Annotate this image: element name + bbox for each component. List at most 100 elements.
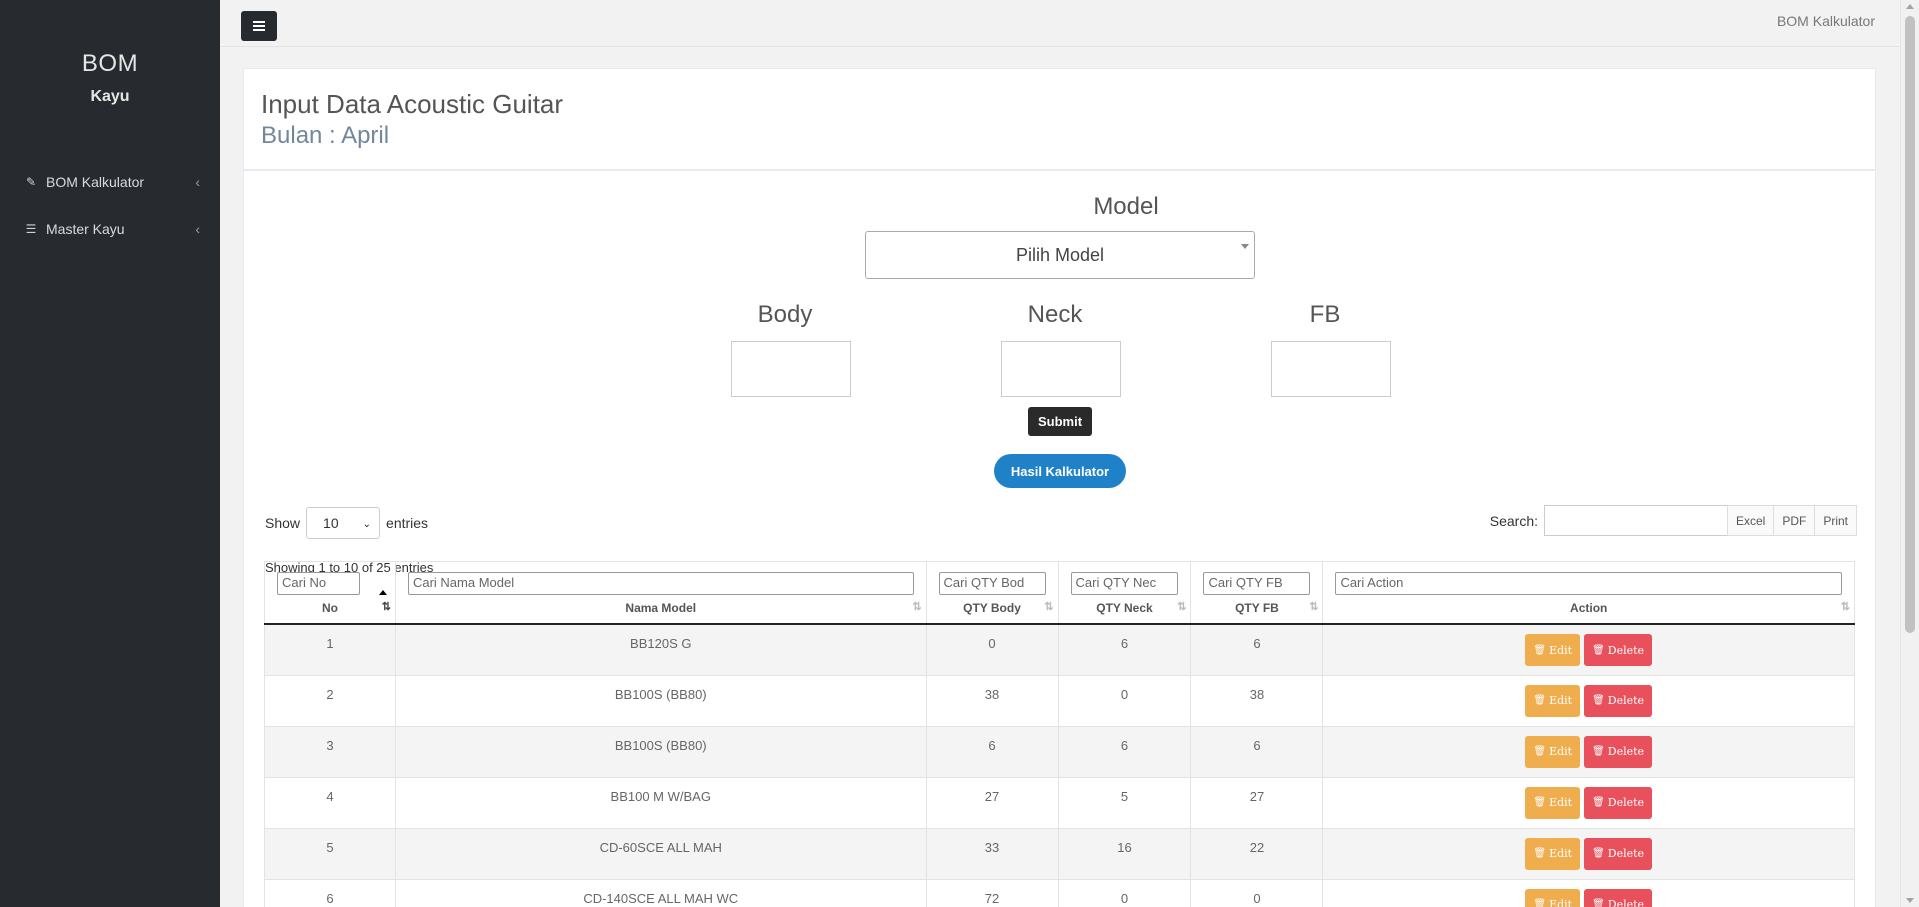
cell-action: 🗑 Edit 🗑 Delete xyxy=(1322,878,1855,907)
edit-button[interactable]: 🗑 Edit xyxy=(1525,888,1581,907)
filter-no-input[interactable]: Cari No xyxy=(277,572,360,595)
edit-label: Edit xyxy=(1549,694,1573,707)
delete-button[interactable]: 🗑 Delete xyxy=(1584,837,1653,870)
chevron-left-icon: ‹ xyxy=(195,220,200,237)
edit-button[interactable]: 🗑 Edit xyxy=(1525,786,1581,819)
filter-qty-neck-input[interactable]: Cari QTY Nec xyxy=(1070,572,1179,595)
delete-button[interactable]: 🗑 Delete xyxy=(1584,634,1653,666)
col-qty-fb[interactable]: Cari QTY FB QTY FB ⇅ xyxy=(1190,561,1324,625)
sort-icon: ⇅ xyxy=(1840,601,1850,613)
col-action[interactable]: Cari Action Action ⇅ xyxy=(1322,561,1855,625)
trash-icon: 🗑 xyxy=(1592,797,1605,808)
sort-asc-icon xyxy=(378,590,387,595)
table-row: 1 BB120S G 0 6 6 🗑 Edit 🗑 Delete xyxy=(264,623,1855,676)
filter-qty-fb-input[interactable]: Cari QTY FB xyxy=(1203,572,1311,595)
filter-qty-body-input[interactable]: Cari QTY Bod xyxy=(938,572,1046,595)
col-no[interactable]: Cari No No ⇅ xyxy=(264,561,396,625)
delete-label: Delete xyxy=(1607,694,1645,707)
edit-button[interactable]: 🗑 Edit xyxy=(1525,837,1581,870)
trash-icon: 🗑 xyxy=(1592,899,1605,907)
trash-icon: 🗑 xyxy=(1533,695,1547,706)
table-header-row: Cari No No ⇅ Cari Nama Model Nama Model … xyxy=(264,561,1855,625)
model-select-value: Pilih Model xyxy=(1015,244,1105,265)
cell-qty-fb: 38 xyxy=(1190,674,1324,727)
search-input[interactable] xyxy=(1544,505,1742,536)
delete-button[interactable]: 🗑 Delete xyxy=(1584,888,1653,907)
pdf-button[interactable]: PDF xyxy=(1774,505,1816,536)
delete-label: Delete xyxy=(1607,643,1645,657)
cell-model: BB120S G xyxy=(394,623,927,676)
length-value: 10 xyxy=(323,515,339,531)
brand: BOM Kayu xyxy=(0,0,220,106)
cell-no: 2 xyxy=(264,674,396,727)
model-table: Cari No No ⇅ Cari Nama Model Nama Model … xyxy=(264,561,1855,907)
page-title: Input Data Acoustic Guitar xyxy=(261,89,564,119)
list-icon: ☰ xyxy=(25,221,37,236)
cell-qty-fb: 27 xyxy=(1190,776,1324,829)
cell-qty-fb: 6 xyxy=(1190,725,1324,778)
sidebar-item-master-kayu[interactable]: ☰ Master Kayu ‹ xyxy=(0,205,220,252)
trash-icon: 🗑 xyxy=(1592,848,1605,859)
scroll-up-icon[interactable] xyxy=(1906,4,1914,9)
print-button[interactable]: Print xyxy=(1815,505,1857,536)
brand-subtitle: Kayu xyxy=(90,88,130,105)
cell-action: 🗑 Edit 🗑 Delete xyxy=(1322,776,1855,829)
col-label: No xyxy=(321,601,338,615)
cell-no: 3 xyxy=(264,725,396,778)
page-scrollbar[interactable] xyxy=(1900,0,1919,907)
trash-icon: 🗑 xyxy=(1533,746,1547,757)
model-label: Model xyxy=(1093,193,1159,220)
input-form: Model Pilih Model Body Neck FB Submit Ha… xyxy=(244,171,1875,501)
col-qty-body[interactable]: Cari QTY Bod QTY Body ⇅ xyxy=(925,561,1059,625)
submit-button[interactable]: Submit xyxy=(1028,407,1092,436)
excel-button[interactable]: Excel xyxy=(1726,505,1775,536)
sort-icon: ⇅ xyxy=(1177,601,1186,613)
chevron-left-icon: ‹ xyxy=(195,173,200,190)
neck-input[interactable] xyxy=(1001,341,1121,397)
trash-icon: 🗑 xyxy=(1533,848,1547,859)
cell-qty-body: 33 xyxy=(925,827,1059,880)
delete-label: Delete xyxy=(1607,796,1645,809)
edit-button[interactable]: 🗑 Edit xyxy=(1525,634,1581,666)
cell-no: 1 xyxy=(264,623,396,676)
cell-model: BB100 M W/BAG xyxy=(394,776,927,829)
cell-qty-body: 27 xyxy=(925,776,1059,829)
sidebar-item-bom-kalkulator[interactable]: ✎ BOM Kalkulator ‹ xyxy=(0,158,220,205)
table-row: 4 BB100 M W/BAG 27 5 27 🗑 Edit 🗑 Delete xyxy=(264,776,1855,829)
filter-action-input[interactable]: Cari Action xyxy=(1335,572,1842,595)
cell-qty-body: 0 xyxy=(925,623,1059,676)
show-label: Show xyxy=(265,515,301,531)
delete-button[interactable]: 🗑 Delete xyxy=(1584,684,1653,717)
entries-length-select[interactable]: 10 ⌄ xyxy=(306,507,381,539)
col-nama-model[interactable]: Cari Nama Model Nama Model ⇅ xyxy=(394,561,927,625)
cell-no: 6 xyxy=(264,878,396,907)
delete-button[interactable]: 🗑 Delete xyxy=(1584,786,1653,819)
delete-label: Delete xyxy=(1607,898,1645,907)
scrollbar-thumb[interactable] xyxy=(1905,16,1915,633)
col-qty-neck[interactable]: Cari QTY Nec QTY Neck ⇅ xyxy=(1057,561,1192,625)
cell-no: 5 xyxy=(264,827,396,880)
fb-input[interactable] xyxy=(1271,341,1391,397)
edit-button[interactable]: 🗑 Edit xyxy=(1525,684,1581,717)
sort-icon: ⇅ xyxy=(381,601,391,613)
sidebar: BOM Kayu ✎ BOM Kalkulator ‹ ☰ Master Kay… xyxy=(0,0,220,907)
body-input[interactable] xyxy=(731,341,851,397)
table-row: 3 BB100S (BB80) 6 6 6 🗑 Edit 🗑 Delete xyxy=(264,725,1855,778)
menu-toggle-button[interactable] xyxy=(241,11,277,41)
filter-nama-model-input[interactable]: Cari Nama Model xyxy=(407,572,914,595)
cell-qty-fb: 6 xyxy=(1190,623,1324,676)
cell-model: CD-140SCE ALL MAH WC xyxy=(394,878,927,907)
model-select[interactable]: Pilih Model xyxy=(865,231,1255,279)
cell-model: BB100S (BB80) xyxy=(394,674,927,727)
cell-qty-body: 38 xyxy=(925,674,1059,727)
cell-qty-neck: 6 xyxy=(1057,725,1192,778)
scroll-down-icon[interactable] xyxy=(1906,898,1914,903)
trash-icon: 🗑 xyxy=(1533,797,1547,808)
col-label: Nama Model xyxy=(625,601,697,615)
panel-header: Input Data Acoustic Guitar Bulan : April xyxy=(244,69,1875,171)
delete-button[interactable]: 🗑 Delete xyxy=(1584,735,1653,768)
length-control: Show 10 ⌄ entries xyxy=(265,507,428,539)
col-label: Action xyxy=(1570,601,1608,615)
edit-button[interactable]: 🗑 Edit xyxy=(1525,735,1581,768)
hasil-kalkulator-button[interactable]: Hasil Kalkulator xyxy=(994,454,1126,488)
